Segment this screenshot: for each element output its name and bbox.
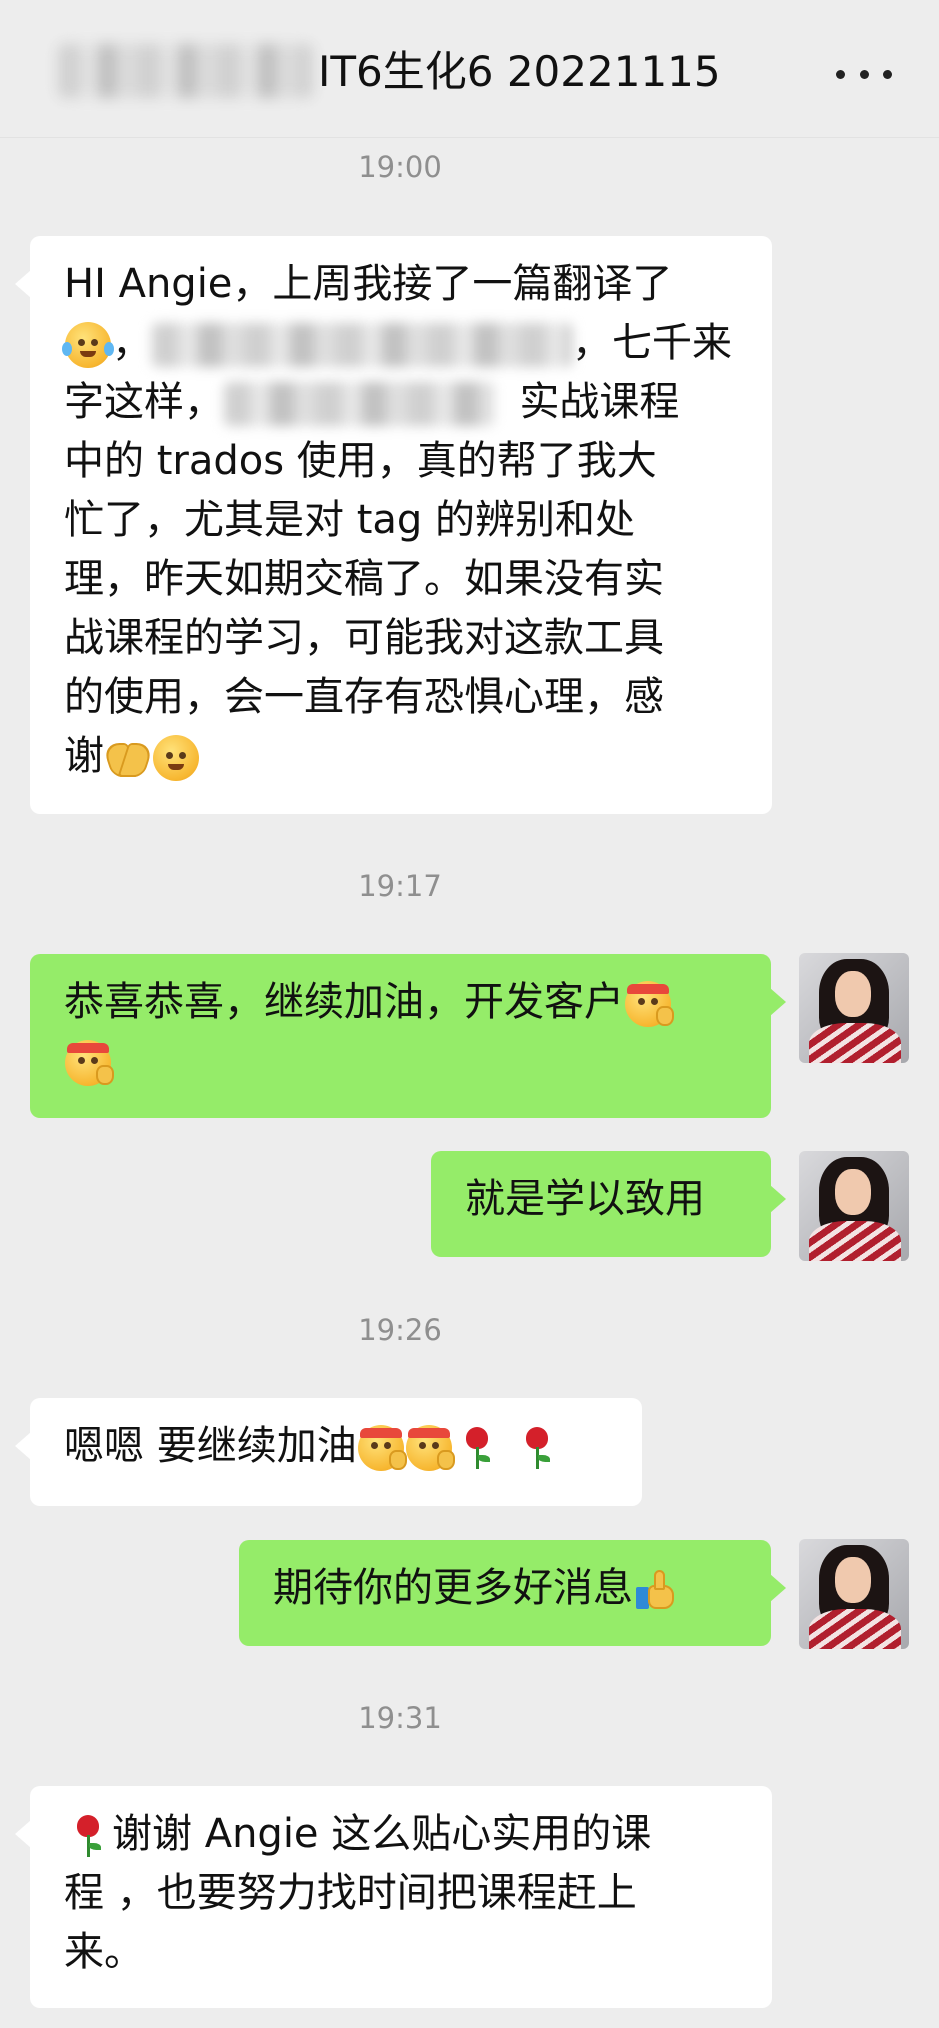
message-text-line: 理，昨天如期交稿了。如果没有实 bbox=[64, 556, 664, 602]
message-text-line: ，，七千来 bbox=[62, 314, 738, 373]
message-text-line: 忙了，尤其是对 tag 的辨别和处 bbox=[64, 497, 636, 543]
redacted-text bbox=[224, 382, 494, 426]
incoming-message-bubble[interactable]: HI Angie，上周我接了一篇翻译了 ，，七千来 字这样， 实战课程 中的 t… bbox=[15, 236, 772, 814]
timestamp: 19:31 bbox=[358, 1701, 442, 1735]
outgoing-message-bubble[interactable]: 就是学以致用 bbox=[431, 1151, 786, 1257]
message-text-line: 来。 bbox=[64, 1929, 144, 1975]
user-avatar[interactable] bbox=[799, 1539, 909, 1649]
blurred-contact-name bbox=[58, 44, 313, 98]
thumbs-up-emoji bbox=[634, 1567, 680, 1613]
outgoing-message-bubble[interactable]: 恭喜恭喜，继续加油，开发客户 bbox=[30, 954, 786, 1118]
timestamp: 19:00 bbox=[358, 150, 442, 184]
message-text-line: 就是学以致用 bbox=[465, 1176, 705, 1222]
incoming-message-bubble[interactable]: 嗯嗯 要继续加油 bbox=[15, 1398, 642, 1506]
timestamp: 19:26 bbox=[358, 1313, 442, 1347]
message-text-line: 谢谢 Angie 这么贴心实用的课 bbox=[64, 1805, 738, 1864]
headband-face-emoji bbox=[357, 1425, 407, 1471]
message-text-line: 字这样， 实战课程 bbox=[64, 379, 680, 426]
message-text-line: HI Angie，上周我接了一篇翻译了 bbox=[64, 261, 673, 307]
redacted-text bbox=[152, 323, 572, 367]
message-text-line: 嗯嗯 要继续加油 bbox=[64, 1417, 608, 1476]
tears-of-joy-emoji bbox=[62, 322, 114, 368]
more-options-icon[interactable] bbox=[836, 60, 892, 88]
headband-face-emoji bbox=[65, 1040, 114, 1086]
folded-hands-emoji bbox=[101, 735, 155, 781]
headband-face-emoji bbox=[405, 1425, 455, 1471]
rose-emoji bbox=[514, 1425, 560, 1471]
rose-emoji bbox=[454, 1425, 500, 1471]
message-text-line: 程 ，也要努力找时间把课程赶上 bbox=[64, 1870, 637, 1916]
message-text-line: 中的 trados 使用，真的帮了我大 bbox=[64, 438, 657, 484]
message-text-line bbox=[64, 1032, 737, 1091]
smiling-face-emoji bbox=[153, 735, 199, 781]
message-text-line: 战课程的学习，可能我对这款工具 bbox=[64, 615, 664, 661]
chat-title: IT6生化6 20221115 bbox=[318, 47, 721, 96]
message-text-line: 谢 bbox=[64, 727, 738, 786]
message-text-line: 的使用，会一直存有恐惧心理，感 bbox=[64, 674, 664, 720]
headband-face-emoji bbox=[625, 981, 674, 1027]
user-avatar[interactable] bbox=[799, 1151, 909, 1261]
message-text-line: 恭喜恭喜，继续加油，开发客户 bbox=[64, 973, 737, 1032]
rose-emoji bbox=[65, 1813, 111, 1859]
timestamp: 19:17 bbox=[358, 869, 442, 903]
outgoing-message-bubble[interactable]: 期待你的更多好消息 bbox=[239, 1540, 786, 1646]
incoming-message-bubble[interactable]: 谢谢 Angie 这么贴心实用的课 程 ，也要努力找时间把课程赶上 来。 bbox=[15, 1786, 772, 2008]
chat-header: IT6生化6 20221115 bbox=[0, 0, 939, 138]
message-text-line: 期待你的更多好消息 bbox=[273, 1559, 737, 1618]
user-avatar[interactable] bbox=[799, 953, 909, 1063]
